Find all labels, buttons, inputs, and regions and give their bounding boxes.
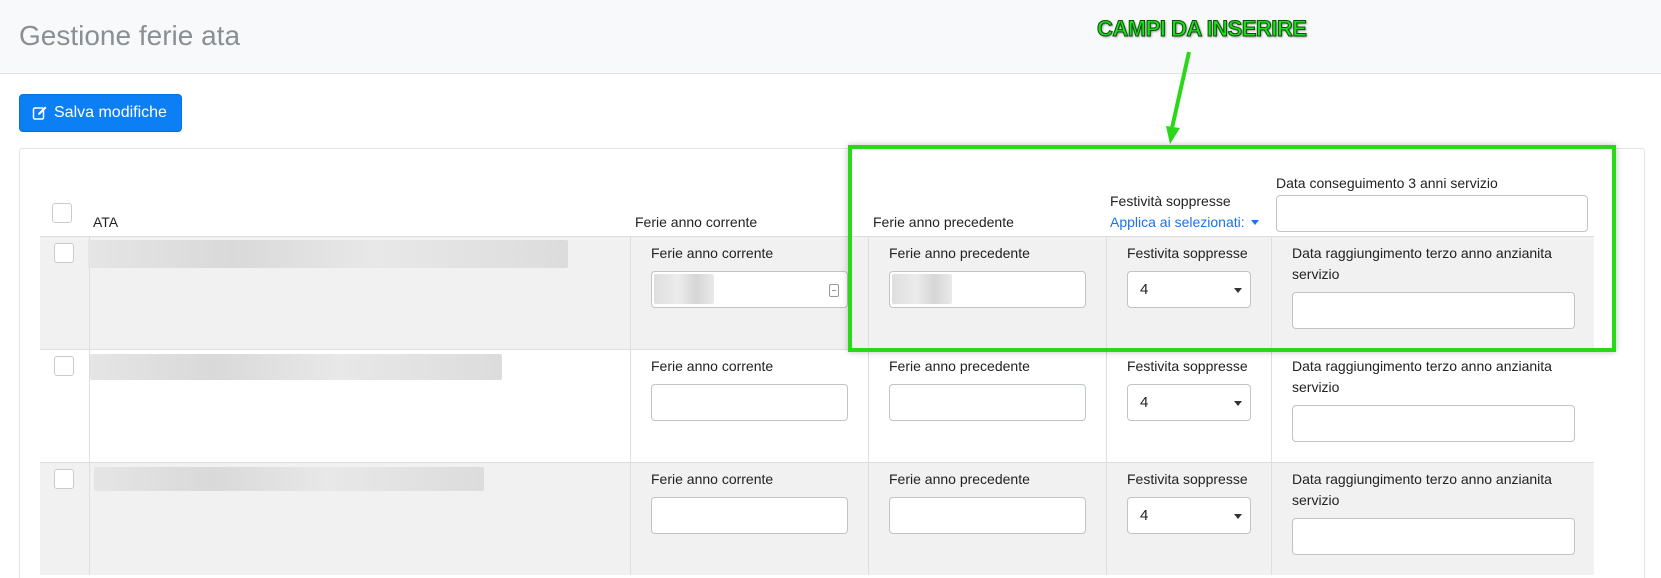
table-row: Ferie anno corrente Ferie anno precedent… bbox=[40, 462, 1594, 575]
ferie-corrente-label: Ferie anno corrente bbox=[651, 245, 774, 261]
header-data-servizio: Data conseguimento 3 anni servizio bbox=[1276, 175, 1498, 191]
festivita-select[interactable]: 4 bbox=[1127, 497, 1251, 534]
ferie-precedente-input[interactable] bbox=[889, 271, 1086, 308]
stepper-icon[interactable] bbox=[829, 284, 839, 297]
ferie-precedente-label: Ferie anno precedente bbox=[889, 245, 1030, 261]
page-title: Gestione ferie ata bbox=[19, 20, 241, 51]
chevron-down-icon bbox=[1234, 401, 1242, 406]
row-checkbox[interactable] bbox=[54, 243, 74, 263]
festivita-select[interactable]: 4 bbox=[1127, 271, 1251, 308]
ferie-corrente-input[interactable] bbox=[651, 271, 848, 308]
redacted-name bbox=[88, 240, 568, 268]
page-header: Gestione ferie ata bbox=[0, 0, 1661, 74]
data-servizio-input[interactable] bbox=[1292, 518, 1575, 555]
header-ferie-corrente: Ferie anno corrente bbox=[635, 214, 758, 230]
festivita-value: 4 bbox=[1140, 507, 1149, 524]
data-servizio-input[interactable] bbox=[1292, 405, 1575, 442]
festivita-select[interactable]: 4 bbox=[1127, 384, 1251, 421]
ferie-corrente-input[interactable] bbox=[651, 384, 848, 421]
festivita-label: Festivita soppresse bbox=[1127, 358, 1248, 374]
caret-down-icon bbox=[1250, 219, 1259, 225]
apply-selected-dropdown[interactable]: Applica ai selezionati: bbox=[1110, 214, 1259, 230]
table-row: Ferie anno corrente Ferie anno precedent… bbox=[40, 349, 1594, 462]
redacted-name bbox=[90, 354, 502, 380]
header-festivita: Festività soppresse bbox=[1110, 193, 1231, 209]
data-servizio-label: Data raggiungimento terzo anno anzianita… bbox=[1292, 245, 1552, 282]
header-ferie-precedente: Ferie anno precedente bbox=[873, 214, 1014, 230]
apply-selected-label: Applica ai selezionati: bbox=[1110, 214, 1245, 230]
select-all-checkbox[interactable] bbox=[52, 203, 72, 223]
save-button[interactable]: Salva modifiche bbox=[19, 94, 182, 132]
ferie-precedente-input[interactable] bbox=[889, 497, 1086, 534]
ferie-precedente-label: Ferie anno precedente bbox=[889, 358, 1030, 374]
festivita-label: Festivita soppresse bbox=[1127, 471, 1248, 487]
redacted-name bbox=[94, 467, 484, 491]
ferie-corrente-label: Ferie anno corrente bbox=[651, 358, 774, 374]
annotation-label: CAMPI DA INSERIRE bbox=[1096, 16, 1307, 42]
table-row: Ferie anno corrente Ferie anno precedent… bbox=[40, 236, 1594, 349]
ferie-corrente-input[interactable] bbox=[651, 497, 848, 534]
data-servizio-input[interactable] bbox=[1292, 292, 1575, 329]
header-ata: ATA bbox=[93, 214, 119, 230]
ferie-corrente-label: Ferie anno corrente bbox=[651, 471, 774, 487]
ferie-precedente-input[interactable] bbox=[889, 384, 1086, 421]
chevron-down-icon bbox=[1234, 288, 1242, 293]
redacted-value bbox=[654, 274, 714, 304]
row-checkbox[interactable] bbox=[54, 356, 74, 376]
festivita-label: Festivita soppresse bbox=[1127, 245, 1248, 261]
ferie-precedente-label: Ferie anno precedente bbox=[889, 471, 1030, 487]
row-checkbox[interactable] bbox=[54, 469, 74, 489]
chevron-down-icon bbox=[1234, 514, 1242, 519]
data-servizio-label: Data raggiungimento terzo anno anzianita… bbox=[1292, 471, 1552, 508]
edit-icon bbox=[32, 106, 47, 120]
data-servizio-label: Data raggiungimento terzo anno anzianita… bbox=[1292, 358, 1552, 395]
festivita-value: 4 bbox=[1140, 281, 1149, 298]
festivita-value: 4 bbox=[1140, 394, 1149, 411]
header-date-input[interactable] bbox=[1276, 195, 1588, 232]
redacted-value bbox=[892, 274, 952, 304]
save-button-label: Salva modifiche bbox=[54, 104, 167, 121]
